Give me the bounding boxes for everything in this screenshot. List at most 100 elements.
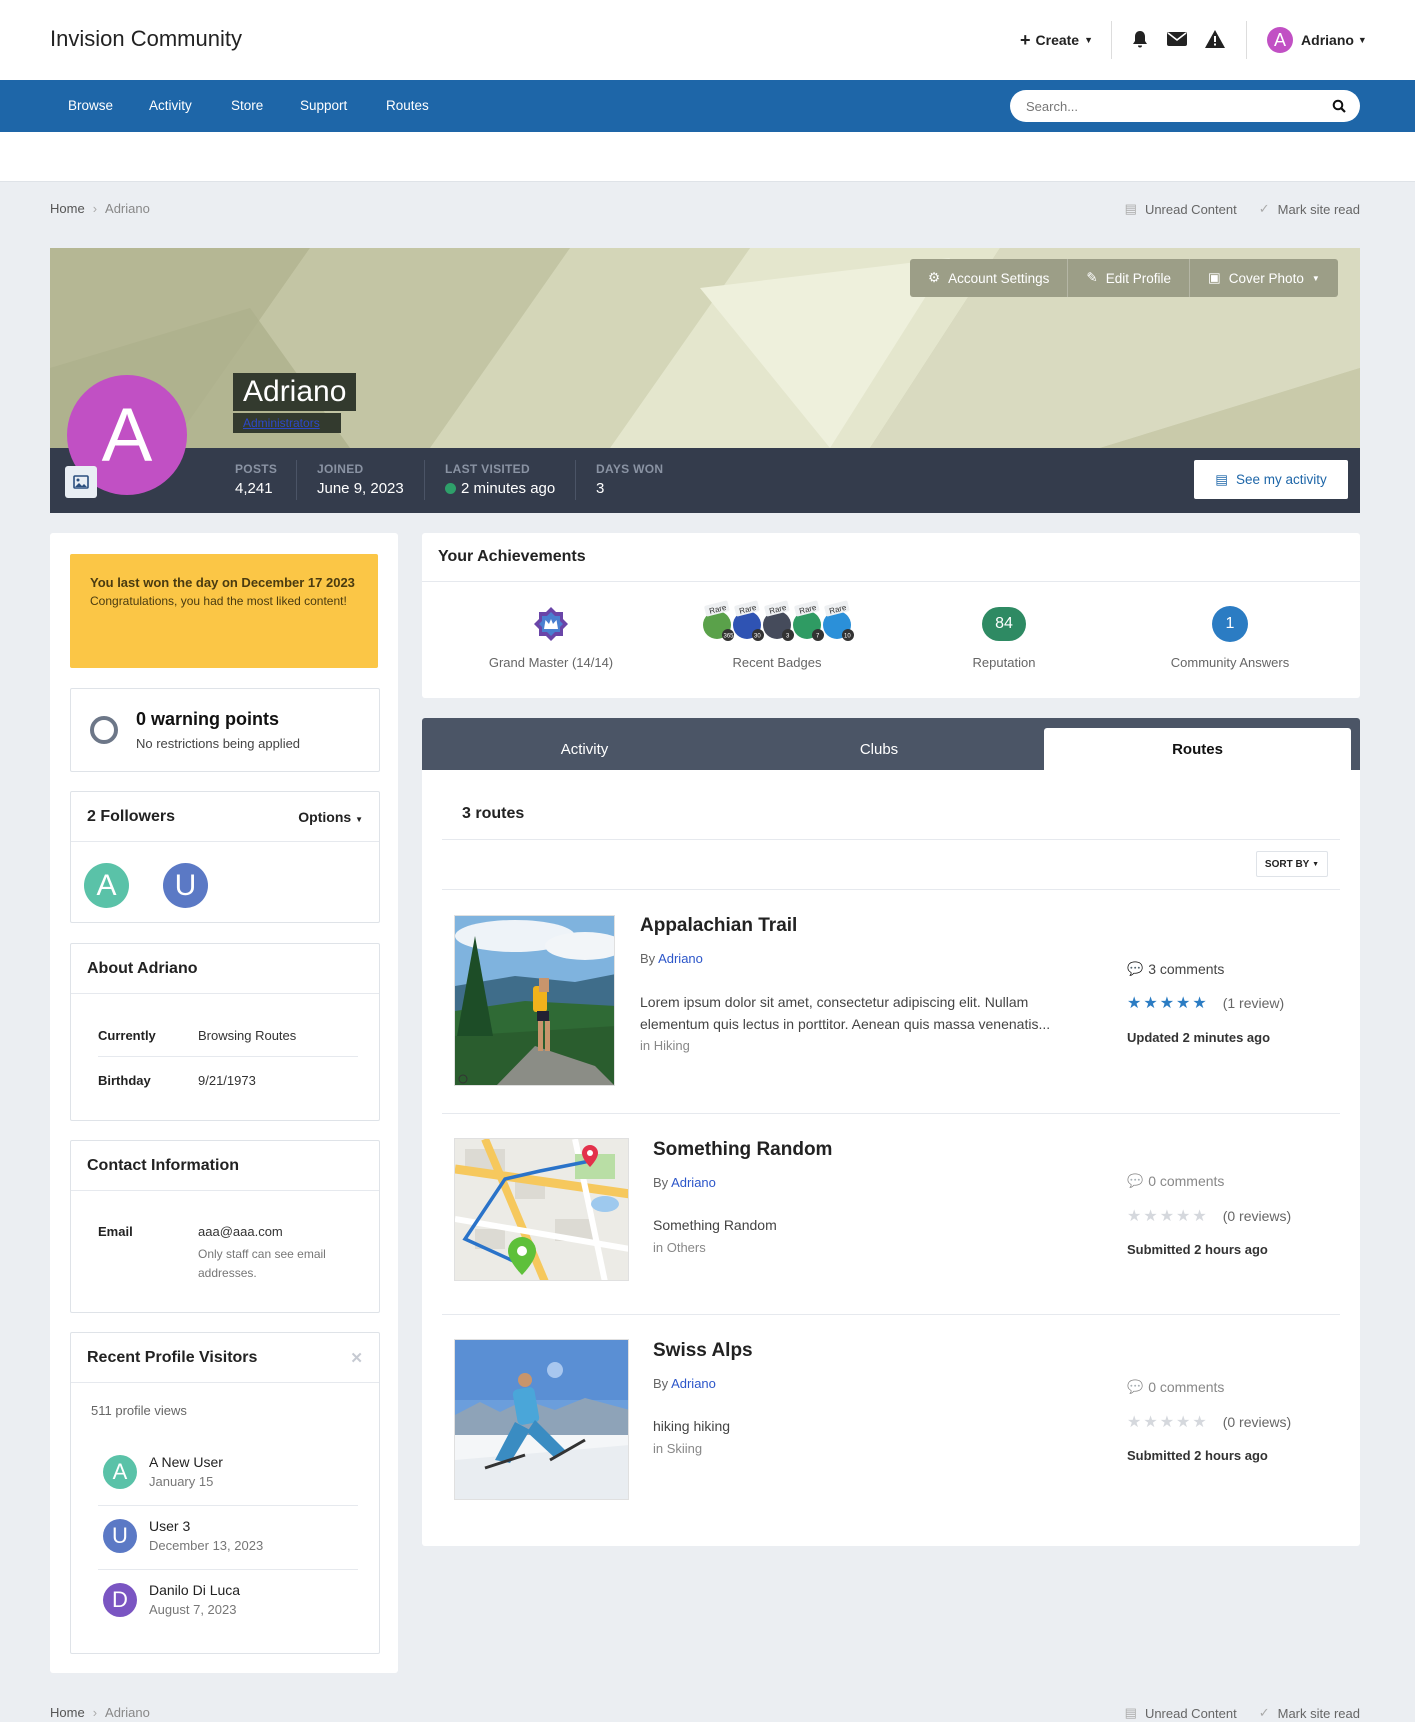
messages-button[interactable] (1166, 30, 1188, 51)
mark-read-link[interactable]: ✓ Mark site read (1259, 201, 1360, 217)
tab-clubs[interactable]: Clubs (729, 728, 1029, 770)
stat-value: 4,241 (235, 480, 273, 497)
star-icon: ★ (1159, 995, 1175, 1012)
site-title[interactable]: Invision Community (50, 26, 242, 52)
route-thumbnail[interactable] (454, 915, 615, 1086)
cover-photo-button[interactable]: ▣ Cover Photo ▼ (1190, 259, 1338, 297)
comment-icon: 💬 (1127, 1379, 1144, 1394)
followers-title: 2 Followers (87, 807, 176, 825)
route-title[interactable]: Something Random (653, 1139, 832, 1161)
nav-store[interactable]: Store (231, 98, 263, 113)
mark-read-link[interactable]: ✓ Mark site read (1259, 1705, 1360, 1721)
route-rating: ★ ★ ★ ★ ★ (1 review) (1127, 993, 1284, 1013)
notifications-button[interactable] (1130, 29, 1150, 52)
divider (98, 1505, 358, 1506)
routes-count: 3 routes (462, 805, 525, 822)
visitor-item[interactable]: U User 3 December 13, 2023 (103, 1518, 263, 1553)
followers-header: 2 Followers Options ▼ (71, 792, 379, 842)
route-thumbnail[interactable] (454, 1138, 629, 1281)
follower-avatar[interactable]: A (84, 863, 129, 908)
caret-down-icon: ▼ (355, 814, 363, 824)
search-placeholder: Search... (1026, 99, 1079, 114)
route-title[interactable]: Swiss Alps (653, 1340, 753, 1362)
warning-ring-icon (90, 716, 118, 744)
followers-options-button[interactable]: Options ▼ (298, 809, 363, 825)
tab-routes[interactable]: Routes (1044, 728, 1351, 770)
unread-content-link[interactable]: ▤ Unread Content (1125, 1705, 1237, 1721)
comments-label: 0 comments (1148, 1379, 1225, 1395)
mark-read-label: Mark site read (1277, 201, 1360, 217)
author-link[interactable]: Adriano (671, 1376, 716, 1391)
nav-browse[interactable]: Browse (68, 98, 113, 113)
user-menu[interactable]: A Adriano ▼ (1267, 27, 1367, 53)
route-description: hiking hiking (653, 1418, 731, 1434)
reviews-label[interactable]: (1 review) (1223, 995, 1284, 1011)
email-note: Only staff can see email addresses. (198, 1247, 326, 1280)
route-rating: ★ ★ ★ ★ ★ (0 reviews) (1127, 1412, 1291, 1432)
tab-activity[interactable]: Activity (422, 728, 747, 770)
visitor-date: December 13, 2023 (149, 1538, 264, 1553)
author-link[interactable]: Adriano (658, 951, 703, 966)
divider (442, 889, 1340, 890)
warning-box: 0 warning points No restrictions being a… (70, 688, 380, 772)
badge-count: 10 (844, 634, 851, 640)
stat-last-visited: LAST VISITED 2 minutes ago (445, 462, 555, 497)
route-author: By Adriano (653, 1175, 716, 1190)
contact-box: Contact Information Email aaa@aaa.com On… (70, 1140, 380, 1313)
change-photo-button[interactable] (65, 466, 97, 498)
visitors-header: Recent Profile Visitors ✕ (71, 1333, 379, 1383)
user-name: Adriano (1301, 32, 1354, 48)
nav-support[interactable]: Support (300, 98, 347, 113)
achievement-answers[interactable]: 1 Community Answers (1130, 605, 1330, 670)
email-value[interactable]: aaa@aaa.com (198, 1224, 283, 1239)
visitor-name: A New User (149, 1454, 223, 1470)
achievement-reputation[interactable]: 84 Reputation (904, 605, 1104, 670)
reviews-label[interactable]: (0 reviews) (1223, 1414, 1291, 1430)
edit-profile-button[interactable]: ✎ Edit Profile (1068, 259, 1191, 297)
create-menu[interactable]: + Create ▼ (1020, 30, 1093, 51)
close-icon[interactable]: ✕ (350, 1349, 363, 1367)
route-category[interactable]: in Others (653, 1240, 706, 1255)
see-activity-button[interactable]: ▤ See my activity (1194, 460, 1348, 499)
badge-count: 30 (754, 634, 761, 640)
breadcrumb-current[interactable]: Adriano (105, 201, 150, 216)
reports-button[interactable] (1204, 29, 1226, 52)
visitor-item[interactable]: A A New User January 15 (103, 1454, 223, 1489)
warning-text: No restrictions being applied (136, 736, 301, 751)
route-title[interactable]: Appalachian Trail (640, 915, 797, 937)
routes-panel: Activity Clubs Routes 3 routes SORT BY ▼… (422, 718, 1360, 1546)
route-comments[interactable]: 💬 0 comments (1127, 1379, 1224, 1395)
nav-routes[interactable]: Routes (386, 98, 429, 113)
route-comments[interactable]: 💬 3 comments (1127, 961, 1224, 977)
chevron-right-icon: › (92, 201, 98, 216)
breadcrumb-home[interactable]: Home (50, 201, 85, 216)
route-comments[interactable]: 💬 0 comments (1127, 1173, 1224, 1189)
follower-avatar[interactable]: U (163, 863, 208, 908)
breadcrumb-home[interactable]: Home (50, 1705, 85, 1720)
newspaper-icon: ▤ (1124, 201, 1137, 216)
star-icon: ★ (1192, 995, 1207, 1012)
profile-role[interactable]: Administrators (233, 413, 341, 433)
account-settings-button[interactable]: ⚙ Account Settings (910, 259, 1069, 297)
visitor-avatar: D (103, 1582, 137, 1617)
create-label: Create (1035, 32, 1080, 48)
unread-content-link[interactable]: ▤ Unread Content (1125, 201, 1237, 217)
about-box: About Adriano Currently Browsing Routes … (70, 943, 380, 1121)
search-input[interactable]: Search... (1010, 90, 1360, 122)
reviews-label[interactable]: (0 reviews) (1223, 1208, 1291, 1224)
route-description: Lorem ipsum dolor sit amet, consectetur … (640, 994, 1051, 1033)
visitor-item[interactable]: D Danilo Di Luca August 7, 2023 (103, 1582, 240, 1617)
achievement-rank[interactable]: Grand Master (14/14) (451, 605, 651, 670)
sort-by-button[interactable]: SORT BY ▼ (1256, 851, 1328, 877)
route-thumbnail[interactable] (454, 1339, 629, 1500)
author-link[interactable]: Adriano (671, 1175, 716, 1190)
star-icon: ★ (1192, 1208, 1207, 1225)
achievement-recent-badges[interactable]: Rare 365 Rare 30 Rare 3 Rare 7 Rare 10 Recent… (677, 600, 877, 670)
search-icon[interactable] (1332, 99, 1346, 113)
crown-icon (532, 605, 570, 643)
star-icon: ★ (1127, 995, 1142, 1012)
route-category[interactable]: in Skiing (653, 1441, 702, 1456)
route-category[interactable]: in Hiking (640, 1038, 690, 1053)
nav-activity[interactable]: Activity (149, 98, 192, 113)
breadcrumb-current[interactable]: Adriano (105, 1705, 150, 1720)
